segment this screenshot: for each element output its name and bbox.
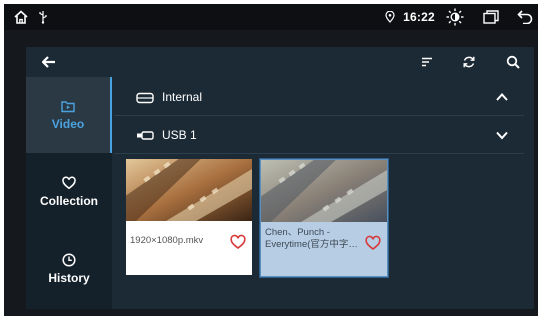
video-thumbnail: [126, 159, 252, 221]
recent-apps-icon[interactable]: [480, 4, 502, 30]
file-name-line: Chen、Punch -: [265, 227, 330, 238]
screen: 16:22 Video Collection History Internal …: [4, 4, 538, 316]
home-icon[interactable]: [10, 4, 32, 30]
chevron-up-icon[interactable]: [494, 89, 510, 105]
brightness-icon[interactable]: [444, 4, 466, 30]
sort-icon[interactable]: [412, 47, 442, 77]
video-file-card-selected[interactable]: Chen、Punch - Everytime(官方中字…: [260, 159, 388, 277]
toolbar: [26, 47, 534, 77]
source-label: Internal: [162, 90, 203, 104]
clock-icon: [62, 253, 76, 267]
usb-drive-icon: [136, 129, 154, 141]
file-browser: Internal USB 1 1920×1080p.mkv Chen、Punch…: [114, 77, 534, 309]
clock-time: 16:22: [403, 10, 435, 24]
refresh-icon[interactable]: [454, 47, 484, 77]
file-info: 1920×1080p.mkv: [126, 221, 252, 275]
file-name: Chen、Punch - Everytime(官方中字…: [265, 227, 363, 251]
file-name-line: Everytime(官方中字…: [265, 239, 358, 250]
video-folder-icon: [61, 99, 75, 113]
search-icon[interactable]: [498, 47, 528, 77]
file-name: 1920×1080p.mkv: [130, 235, 204, 246]
sidebar-item-video[interactable]: Video: [26, 77, 112, 153]
sidebar: Video Collection History: [26, 77, 112, 309]
source-usb-1[interactable]: USB 1: [114, 117, 524, 154]
source-label: USB 1: [162, 128, 197, 142]
usb-icon: [34, 4, 52, 30]
sidebar-item-label: Video: [51, 117, 85, 131]
source-internal[interactable]: Internal: [114, 79, 524, 116]
sidebar-item-collection[interactable]: Collection: [26, 172, 112, 232]
drive-icon: [136, 91, 154, 104]
sidebar-item-history[interactable]: History: [26, 247, 112, 307]
location-icon: [383, 4, 397, 30]
heart-outline-icon[interactable]: [230, 234, 246, 250]
heart-icon: [62, 176, 76, 190]
heart-outline-icon[interactable]: [365, 235, 381, 251]
main-panel: Video Collection History Internal USB 1 …: [26, 47, 534, 309]
status-bar: 16:22: [4, 4, 538, 30]
video-thumbnail: [261, 160, 387, 222]
sidebar-item-label: History: [48, 271, 90, 285]
back-icon[interactable]: [514, 4, 536, 30]
file-info: Chen、Punch - Everytime(官方中字…: [261, 222, 387, 276]
back-arrow-icon[interactable]: [34, 47, 64, 77]
video-file-card[interactable]: 1920×1080p.mkv: [126, 159, 252, 275]
chevron-down-icon[interactable]: [494, 127, 510, 143]
sidebar-item-label: Collection: [39, 194, 98, 208]
